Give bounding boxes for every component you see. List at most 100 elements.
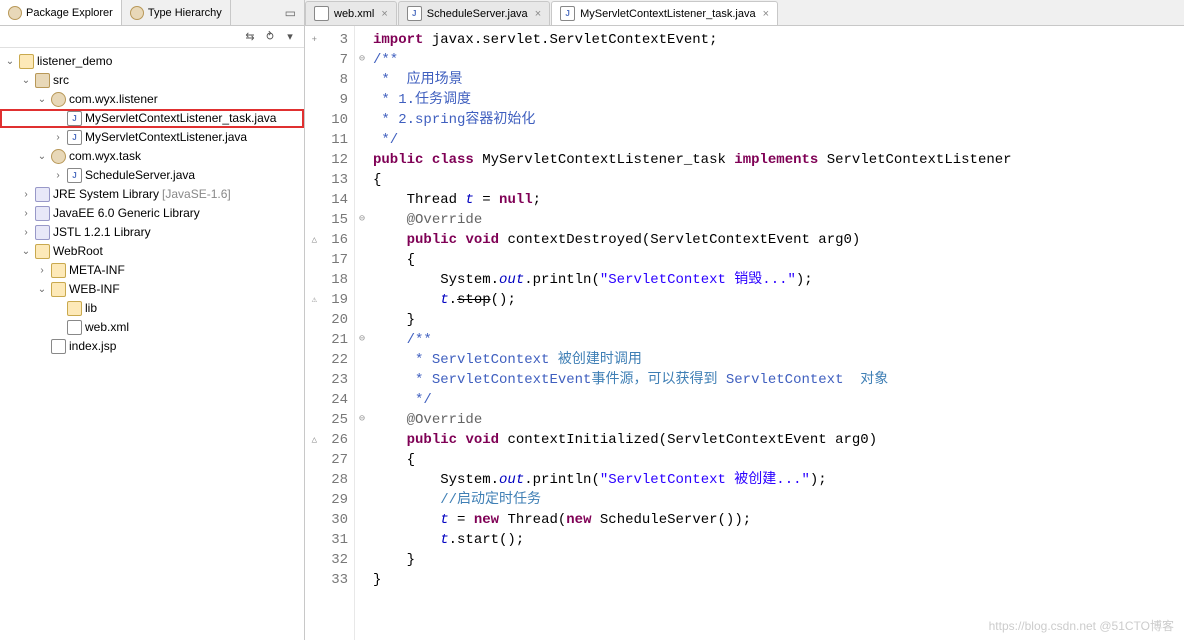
tree-item[interactable]: › JSTL 1.2.1 Library [0, 223, 304, 242]
line-number: 9 [340, 92, 348, 108]
editor-tab[interactable]: JScheduleServer.java× [398, 1, 550, 25]
fold-toggle[interactable]: ⊖ [355, 210, 369, 230]
tree-item[interactable]: ›JavaEE 6.0 Generic Library [0, 204, 304, 223]
code-line[interactable]: t.start(); [373, 530, 1184, 550]
line-number: 16 [331, 232, 348, 248]
tree-item[interactable]: lib [0, 299, 304, 318]
fold-toggle [355, 30, 369, 50]
code-line[interactable]: { [373, 170, 1184, 190]
sidebar-tab-type-hierarchy[interactable]: Type Hierarchy [122, 0, 231, 25]
fold-toggle [355, 370, 369, 390]
i-folder-icon [51, 282, 66, 297]
editor-tab-label: MyServletContextListener_task.java [580, 8, 755, 20]
tree-item[interactable]: ›META-INF [0, 261, 304, 280]
tree-item[interactable]: ⌄src [0, 71, 304, 90]
fold-toggle[interactable]: ⊖ [355, 330, 369, 350]
line-number: 31 [331, 532, 348, 548]
link-editor-icon[interactable]: ⥁ [262, 29, 278, 45]
code-line[interactable]: } [373, 570, 1184, 590]
line-number: 7 [340, 52, 348, 68]
tree-item[interactable]: ⌄listener_demo [0, 52, 304, 71]
tree-item[interactable]: JMyServletContextListener_task.java [0, 109, 304, 128]
tree-item[interactable]: web.xml [0, 318, 304, 337]
code-line[interactable]: //启动定时任务 [373, 490, 1184, 510]
i-jsp-icon [51, 339, 66, 354]
close-icon[interactable]: × [535, 8, 541, 20]
collapse-all-icon[interactable]: ⇆ [242, 29, 258, 45]
fold-toggle[interactable]: ⊖ [355, 50, 369, 70]
code-line[interactable]: t.stop(); [373, 290, 1184, 310]
tree-label: JSTL 1.2.1 Library [53, 224, 151, 241]
twisty-icon[interactable]: › [52, 129, 64, 146]
line-number: 8 [340, 72, 348, 88]
code-line[interactable]: t = new Thread(new ScheduleServer()); [373, 510, 1184, 530]
line-number: 23 [331, 372, 348, 388]
fold-column[interactable]: ⊖ ⊖ ⊖ ⊖ [355, 26, 369, 640]
fold-toggle[interactable]: ⊖ [355, 410, 369, 430]
tree-label: JRE System Library [53, 186, 159, 203]
i-folder-icon [67, 301, 82, 316]
tree-item[interactable]: ⌄com.wyx.listener [0, 90, 304, 109]
code-line[interactable]: public void contextInitialized(ServletCo… [373, 430, 1184, 450]
line-number: 27 [331, 452, 348, 468]
tree-item[interactable]: ⌄com.wyx.task [0, 147, 304, 166]
fold-toggle [355, 70, 369, 90]
twisty-icon[interactable]: › [20, 205, 32, 222]
twisty-icon[interactable]: › [52, 167, 64, 184]
code-line[interactable]: Thread t = null; [373, 190, 1184, 210]
code-line[interactable]: @Override [373, 210, 1184, 230]
code-line[interactable]: { [373, 250, 1184, 270]
tree-item[interactable]: ⌄WebRoot [0, 242, 304, 261]
twisty-icon[interactable]: › [36, 262, 48, 279]
code-line[interactable]: System.out.println("ServletContext 销毁...… [373, 270, 1184, 290]
i-java-icon: J [67, 130, 82, 145]
code-line[interactable]: */ [373, 130, 1184, 150]
code-editor[interactable]: import javax.servlet.ServletContextEvent… [369, 26, 1184, 640]
tab-icon [8, 6, 22, 20]
code-line[interactable]: * ServletContext 被创建时调用 [373, 350, 1184, 370]
editor-tab[interactable]: JMyServletContextListener_task.java× [551, 1, 778, 25]
tree-item[interactable]: ›JScheduleServer.java [0, 166, 304, 185]
fold-toggle [355, 110, 369, 130]
code-line[interactable]: */ [373, 390, 1184, 410]
twisty-icon[interactable]: ⌄ [36, 281, 48, 298]
code-line[interactable]: System.out.println("ServletContext 被创建..… [373, 470, 1184, 490]
twisty-icon[interactable]: › [20, 224, 32, 241]
tree-item[interactable]: index.jsp [0, 337, 304, 356]
code-line[interactable]: public class MyServletContextListener_ta… [373, 150, 1184, 170]
fold-toggle [355, 290, 369, 310]
twisty-icon[interactable]: ⌄ [20, 72, 32, 89]
twisty-icon[interactable]: ⌄ [20, 243, 32, 260]
view-menu-icon[interactable]: ▾ [282, 29, 298, 45]
code-line[interactable]: @Override [373, 410, 1184, 430]
twisty-icon[interactable]: ⌄ [4, 53, 16, 70]
code-line[interactable]: } [373, 550, 1184, 570]
code-line[interactable]: public void contextDestroyed(ServletCont… [373, 230, 1184, 250]
code-line[interactable]: import javax.servlet.ServletContextEvent… [373, 30, 1184, 50]
code-line[interactable]: * 2.spring容器初始化 [373, 110, 1184, 130]
code-line[interactable]: /** [373, 330, 1184, 350]
code-line[interactable]: /** [373, 50, 1184, 70]
code-line[interactable]: { [373, 450, 1184, 470]
tree-item[interactable]: ›JRE System Library [JavaSE-1.6] [0, 185, 304, 204]
twisty-icon[interactable]: › [20, 186, 32, 203]
code-line[interactable]: * ServletContextEvent事件源，可以获得到 ServletCo… [373, 370, 1184, 390]
tree-item[interactable]: ⌄WEB-INF [0, 280, 304, 299]
package-explorer-tree[interactable]: ⌄listener_demo⌄src⌄com.wyx.listenerJMySe… [0, 48, 304, 640]
line-number: 22 [331, 352, 348, 368]
fold-toggle [355, 270, 369, 290]
editor-tab[interactable]: web.xml× [305, 1, 397, 25]
twisty-icon[interactable]: ⌄ [36, 91, 48, 108]
close-icon[interactable]: × [381, 8, 387, 20]
minimize-button[interactable]: ▭ [277, 6, 304, 20]
twisty-icon[interactable]: ⌄ [36, 148, 48, 165]
code-line[interactable]: * 1.任务调度 [373, 90, 1184, 110]
gutter-mark-icon: + [307, 30, 317, 50]
sidebar-tab-package-explorer[interactable]: Package Explorer [0, 0, 122, 25]
tree-item[interactable]: ›JMyServletContextListener.java [0, 128, 304, 147]
line-number: 32 [331, 552, 348, 568]
line-number: 10 [331, 112, 348, 128]
code-line[interactable]: } [373, 310, 1184, 330]
close-icon[interactable]: × [763, 8, 769, 20]
code-line[interactable]: * 应用场景 [373, 70, 1184, 90]
